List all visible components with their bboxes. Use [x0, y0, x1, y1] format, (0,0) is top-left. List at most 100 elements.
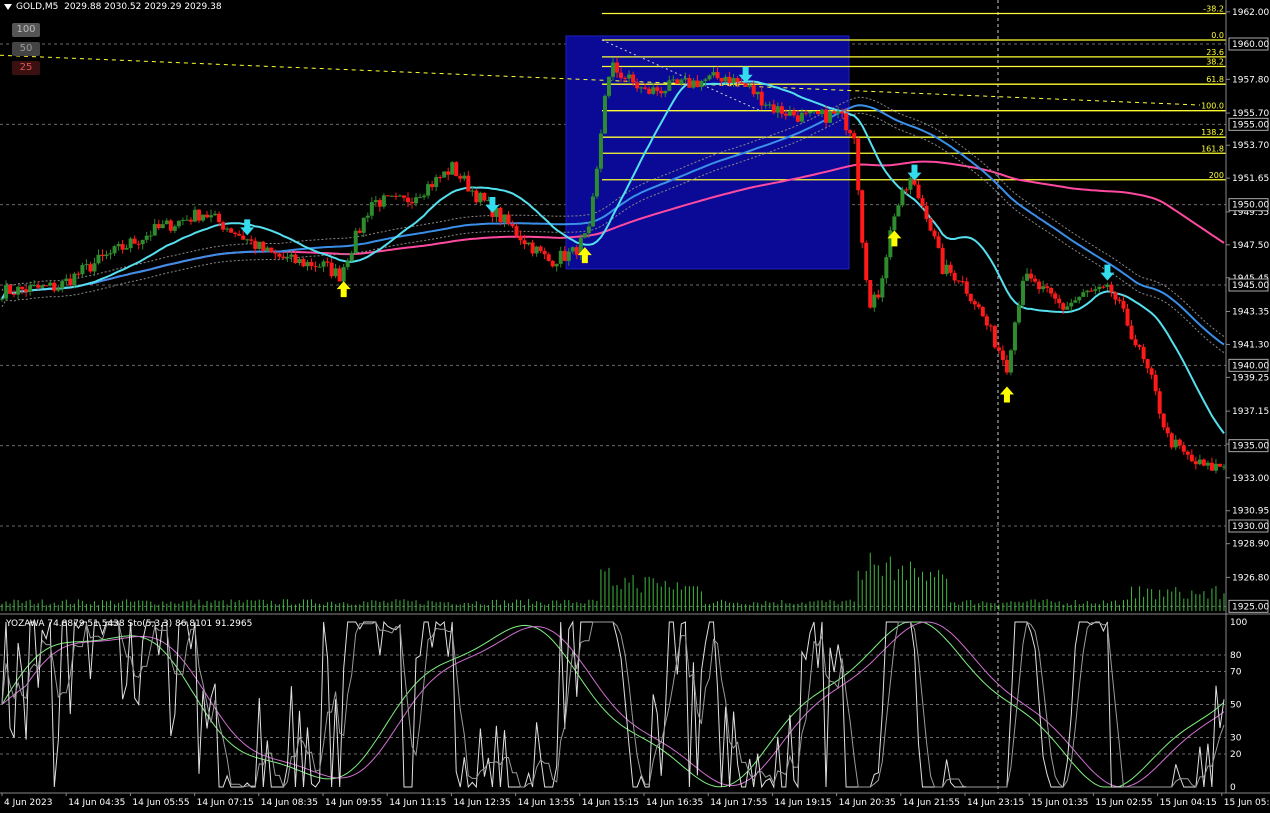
candle-body[interactable] — [627, 74, 632, 79]
candle-body[interactable] — [84, 264, 89, 266]
candle-body[interactable] — [285, 256, 290, 259]
candle-body[interactable] — [414, 197, 419, 204]
candle-body[interactable] — [361, 217, 366, 233]
chart-canvas[interactable]: -38.20.023.638.261.8100.0138.2161.820019… — [0, 0, 1270, 809]
candle-body[interactable] — [321, 261, 326, 267]
candle-body[interactable] — [924, 205, 929, 220]
candle-body[interactable] — [1145, 359, 1150, 369]
candle-body[interactable] — [675, 79, 680, 84]
candle-body[interactable] — [434, 177, 439, 188]
candle-body[interactable] — [293, 254, 298, 263]
candle-body[interactable] — [759, 91, 764, 106]
candle-body[interactable] — [727, 76, 732, 84]
candle-body[interactable] — [683, 78, 688, 80]
candle-body[interactable] — [791, 110, 796, 116]
candle-body[interactable] — [1101, 286, 1106, 288]
candle-body[interactable] — [1008, 350, 1013, 373]
candle-body[interactable] — [40, 285, 45, 288]
candle-body[interactable] — [731, 78, 736, 84]
candle-body[interactable] — [1193, 461, 1198, 465]
candle-body[interactable] — [192, 209, 197, 222]
candle-body[interactable] — [751, 85, 756, 95]
candle-body[interactable] — [1016, 304, 1021, 323]
candle-body[interactable] — [28, 285, 33, 292]
candle-body[interactable] — [606, 76, 611, 96]
candle-body[interactable] — [1137, 345, 1142, 347]
candle-body[interactable] — [775, 106, 780, 113]
candle-body[interactable] — [297, 259, 302, 263]
candle-body[interactable] — [598, 133, 603, 169]
candle-body[interactable] — [1049, 287, 1054, 294]
candle-body[interactable] — [695, 80, 700, 88]
candle-body[interactable] — [1149, 368, 1154, 375]
candle-body[interactable] — [1201, 459, 1206, 466]
collapse-icon[interactable] — [4, 3, 12, 10]
candle-body[interactable] — [8, 284, 13, 294]
candle-body[interactable] — [1033, 278, 1038, 282]
candle-body[interactable] — [960, 281, 965, 283]
candle-body[interactable] — [172, 226, 177, 231]
candle-body[interactable] — [518, 235, 523, 241]
candle-body[interactable] — [466, 175, 471, 192]
candle-body[interactable] — [365, 215, 370, 218]
candle-body[interactable] — [1189, 454, 1194, 462]
candle-body[interactable] — [1105, 284, 1110, 287]
candle-body[interactable] — [534, 246, 539, 254]
candle-body[interactable] — [1221, 466, 1226, 468]
candle-body[interactable] — [1177, 439, 1182, 446]
candle-body[interactable] — [856, 138, 861, 191]
candle-body[interactable] — [1181, 445, 1186, 452]
candle-body[interactable] — [691, 80, 696, 88]
candle-body[interactable] — [225, 228, 230, 230]
candle-body[interactable] — [12, 293, 17, 295]
candle-body[interactable] — [349, 253, 354, 262]
candle-body[interactable] — [20, 286, 25, 290]
candle-body[interactable] — [1041, 286, 1046, 290]
candle-body[interactable] — [783, 113, 788, 116]
candle-body[interactable] — [848, 130, 853, 134]
candle-body[interactable] — [200, 214, 205, 221]
candle-body[interactable] — [353, 230, 358, 254]
candle-body[interactable] — [795, 115, 800, 122]
candle-body[interactable] — [36, 284, 41, 288]
candle-body[interactable] — [1141, 346, 1146, 360]
candle-body[interactable] — [1037, 281, 1042, 290]
candle-body[interactable] — [357, 230, 362, 233]
candle-body[interactable] — [180, 219, 185, 221]
candle-body[interactable] — [80, 265, 85, 275]
candle-body[interactable] — [594, 168, 599, 197]
candle-body[interactable] — [940, 248, 945, 274]
candle-body[interactable] — [48, 282, 53, 286]
candle-body[interactable] — [763, 104, 768, 106]
candle-body[interactable] — [711, 72, 716, 76]
candle-body[interactable] — [1025, 273, 1030, 281]
candle-body[interactable] — [397, 195, 402, 197]
candle-body[interactable] — [229, 228, 234, 233]
candle-body[interactable] — [840, 111, 845, 114]
timeframe-button-25[interactable]: 25 — [12, 61, 40, 75]
candle-body[interactable] — [401, 195, 406, 198]
candle-body[interactable] — [64, 278, 69, 282]
candle-body[interactable] — [333, 268, 338, 277]
candle-body[interactable] — [1157, 391, 1162, 414]
candle-body[interactable] — [972, 301, 977, 305]
candle-body[interactable] — [482, 192, 487, 201]
candle-body[interactable] — [148, 235, 153, 237]
candle-body[interactable] — [586, 226, 591, 234]
candle-body[interactable] — [24, 289, 29, 292]
candle-body[interactable] — [619, 72, 624, 78]
candle-body[interactable] — [76, 273, 81, 275]
candle-body[interactable] — [755, 91, 760, 95]
candle-body[interactable] — [602, 95, 607, 134]
candle-body[interactable] — [1153, 374, 1158, 392]
candle-body[interactable] — [928, 219, 933, 231]
candle-body[interactable] — [723, 76, 728, 82]
candle-body[interactable] — [932, 230, 937, 237]
candle-body[interactable] — [1029, 273, 1034, 279]
candle-body[interactable] — [281, 256, 286, 259]
candle-body[interactable] — [329, 262, 334, 277]
candle-body[interactable] — [313, 266, 318, 268]
candle-body[interactable] — [976, 304, 981, 307]
candle-body[interactable] — [168, 220, 173, 231]
candle-body[interactable] — [56, 288, 61, 291]
